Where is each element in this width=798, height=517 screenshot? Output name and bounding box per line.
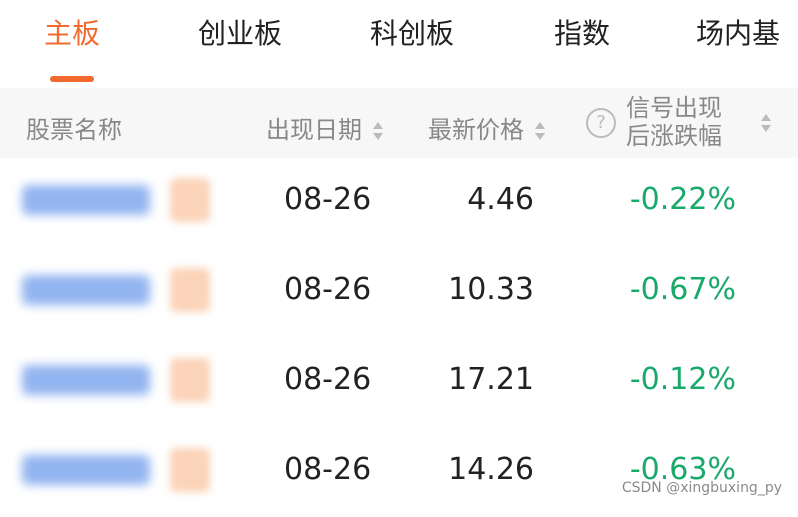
tab-index[interactable]: 指数 bbox=[554, 12, 610, 56]
watermark: CSDN @xingbuxing_py bbox=[621, 480, 782, 496]
header-signal-line1: 信号出现 bbox=[626, 94, 722, 122]
tab-star-market[interactable]: 科创板 bbox=[370, 12, 454, 56]
sort-icon bbox=[534, 120, 546, 142]
row-date: 08-26 bbox=[284, 182, 372, 217]
header-price-sort[interactable]: 最新价格 bbox=[428, 110, 546, 145]
header-signal-line2: 后涨跌幅 bbox=[626, 122, 722, 150]
sort-icon[interactable] bbox=[760, 112, 772, 134]
stock-name-blurred bbox=[22, 455, 150, 485]
row-date: 08-26 bbox=[284, 452, 372, 487]
row-date: 08-26 bbox=[284, 272, 372, 307]
table-row[interactable]: 08-26 14.26 -0.63% bbox=[0, 428, 798, 517]
table-row[interactable]: 08-26 4.46 -0.22% bbox=[0, 158, 798, 247]
market-tabs: 主板 创业板 科创板 指数 场内基 bbox=[0, 0, 798, 88]
header-stock-name: 股票名称 bbox=[26, 116, 122, 144]
stock-name-blurred bbox=[22, 275, 150, 305]
sort-icon bbox=[372, 120, 384, 142]
help-icon[interactable]: ? bbox=[586, 108, 616, 138]
tab-main-board[interactable]: 主板 bbox=[44, 12, 100, 56]
tab-exchange-fund[interactable]: 场内基 bbox=[696, 12, 780, 56]
row-price: 14.26 bbox=[448, 452, 534, 487]
row-price: 17.21 bbox=[448, 362, 534, 397]
active-tab-indicator bbox=[50, 76, 94, 82]
row-change: -0.22% bbox=[629, 182, 736, 217]
stock-tag-blurred bbox=[170, 268, 210, 312]
header-signal-change[interactable]: 信号出现 后涨跌幅 bbox=[626, 94, 746, 150]
row-change: -0.12% bbox=[629, 362, 736, 397]
table-row[interactable]: 08-26 10.33 -0.67% bbox=[0, 248, 798, 337]
row-date: 08-26 bbox=[284, 362, 372, 397]
stock-tag-blurred bbox=[170, 448, 210, 492]
header-date-label: 出现日期 bbox=[266, 116, 362, 144]
row-price: 4.46 bbox=[467, 182, 534, 217]
stock-tag-blurred bbox=[170, 178, 210, 222]
row-price: 10.33 bbox=[448, 272, 534, 307]
stock-name-blurred bbox=[22, 185, 150, 215]
stock-name-blurred bbox=[22, 365, 150, 395]
tab-chinext[interactable]: 创业板 bbox=[198, 12, 282, 56]
header-date-sort[interactable]: 出现日期 bbox=[266, 110, 384, 145]
stock-tag-blurred bbox=[170, 358, 210, 402]
row-change: -0.67% bbox=[629, 272, 736, 307]
table-row[interactable]: 08-26 17.21 -0.12% bbox=[0, 338, 798, 427]
header-price-label: 最新价格 bbox=[428, 116, 524, 144]
